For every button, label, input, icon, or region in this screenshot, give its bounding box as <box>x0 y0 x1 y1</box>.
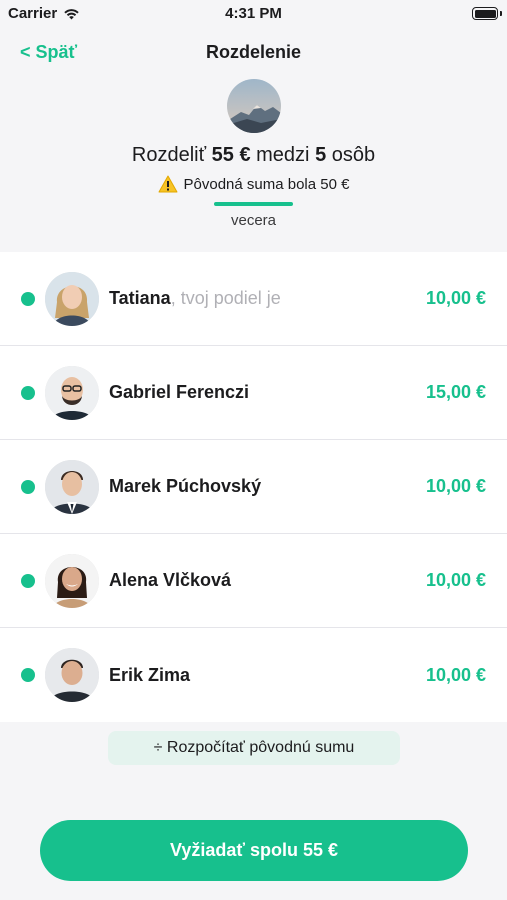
group-photo <box>227 79 281 133</box>
avatar <box>45 648 99 702</box>
status-dot <box>21 668 35 682</box>
tab-vecera[interactable]: vecera <box>0 212 507 229</box>
person-name: Tatiana, tvoj podiel je <box>109 288 281 308</box>
original-amount-warning: Pôvodná suma bola 50 € <box>0 175 507 193</box>
person-amount[interactable]: 10,00 € <box>426 476 486 497</box>
list-item[interactable]: Gabriel Ferenczi 15,00 € <box>0 346 507 440</box>
status-time: 4:31 PM <box>225 5 282 22</box>
person-amount[interactable]: 10,00 € <box>426 665 486 686</box>
status-bar: Carrier 4:31 PM <box>0 0 507 28</box>
navigation-bar: < Späť Rozdelenie <box>0 36 507 68</box>
status-dot <box>21 385 35 400</box>
list-item[interactable]: Erik Zima 10,00 € <box>0 628 507 722</box>
tab-indicator <box>214 202 293 206</box>
avatar <box>45 365 99 420</box>
status-dot <box>21 573 35 588</box>
person-name: Erik Zima <box>109 664 191 685</box>
recalculate-original-button[interactable]: ÷ Rozpočítať pôvodnú sumu <box>108 731 400 765</box>
person-name: Gabriel Ferenczi <box>109 382 250 402</box>
list-item[interactable]: Marek Púchovský 10,00 € <box>0 440 507 534</box>
page-title: Rozdelenie <box>205 42 302 62</box>
people-list: Tatiana, tvoj podiel je 10,00 € Gabriel … <box>0 252 507 722</box>
status-dot <box>21 291 35 306</box>
avatar <box>45 553 99 608</box>
request-total-button[interactable]: Vyžiadať spolu 55 € <box>40 820 468 881</box>
person-name: Alena Vlčková <box>109 570 232 590</box>
person-name: Marek Púchovský <box>109 476 262 496</box>
avatar <box>45 459 99 514</box>
warning-icon <box>158 175 178 193</box>
avatar <box>45 271 99 326</box>
person-amount[interactable]: 10,00 € <box>426 288 486 309</box>
warning-text: Pôvodná suma bola 50 € <box>183 175 350 193</box>
list-item[interactable]: Tatiana, tvoj podiel je 10,00 € <box>0 252 507 346</box>
split-headline: Rozdeliť 55 € medzi 5 osôb <box>131 144 376 166</box>
battery-icon <box>472 7 498 20</box>
split-amount: 55 € <box>211 144 251 166</box>
person-amount[interactable]: 10,00 € <box>426 570 486 591</box>
split-count: 5 <box>315 144 327 166</box>
person-amount[interactable]: 15,00 € <box>426 382 486 403</box>
list-item[interactable]: Alena Vlčková 10,00 € <box>0 534 507 628</box>
status-dot <box>21 479 35 494</box>
